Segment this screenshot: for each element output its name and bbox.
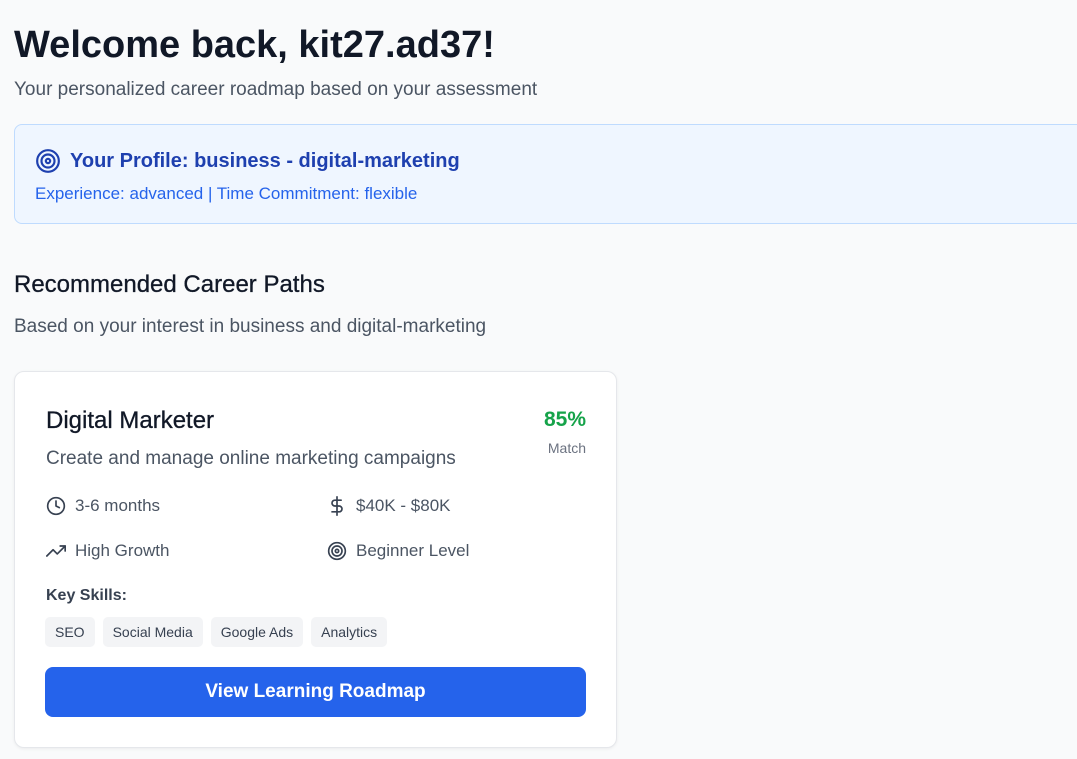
career-description: Create and manage online marketing campa… <box>46 448 456 469</box>
view-learning-roadmap-button[interactable]: View Learning Roadmap <box>45 667 586 717</box>
welcome-heading: Welcome back, kit27.ad37! <box>14 24 495 66</box>
clock-icon <box>45 495 67 517</box>
profile-summary-box: Your Profile: business - digital-marketi… <box>14 124 1077 224</box>
level-info: Beginner Level <box>326 540 469 562</box>
skill-tags: SEO Social Media Google Ads Analytics <box>45 617 388 647</box>
career-path-card: Digital Marketer Create and manage onlin… <box>14 371 617 748</box>
duration-text: 3-6 months <box>75 496 161 515</box>
match-label: Match <box>547 440 586 456</box>
target-icon <box>35 148 61 174</box>
salary-info: $40K - $80K <box>326 495 451 517</box>
recommended-paths-subtitle: Based on your interest in business and d… <box>14 316 487 337</box>
level-text: Beginner Level <box>356 541 470 560</box>
growth-info: High Growth <box>45 540 169 562</box>
salary-text: $40K - $80K <box>356 496 451 515</box>
profile-title: Your Profile: business - digital-marketi… <box>70 150 460 172</box>
growth-text: High Growth <box>75 541 170 560</box>
skill-tag: Analytics <box>311 617 388 647</box>
welcome-subtitle: Your personalized career roadmap based o… <box>14 79 538 100</box>
skill-tag: SEO <box>45 617 95 647</box>
key-skills-label: Key Skills: <box>46 587 127 604</box>
career-title: Digital Marketer <box>46 407 215 434</box>
profile-header: Your Profile: business - digital-marketi… <box>35 148 460 174</box>
match-percentage: 85% <box>543 408 586 431</box>
skill-tag: Google Ads <box>210 617 304 647</box>
dollar-icon <box>326 495 348 517</box>
duration-info: 3-6 months <box>45 495 160 517</box>
trending-up-icon <box>45 540 67 562</box>
skill-tag: Social Media <box>102 617 203 647</box>
profile-details: Experience: advanced | Time Commitment: … <box>35 184 418 203</box>
target-icon <box>326 540 348 562</box>
recommended-paths-heading: Recommended Career Paths <box>14 271 325 298</box>
